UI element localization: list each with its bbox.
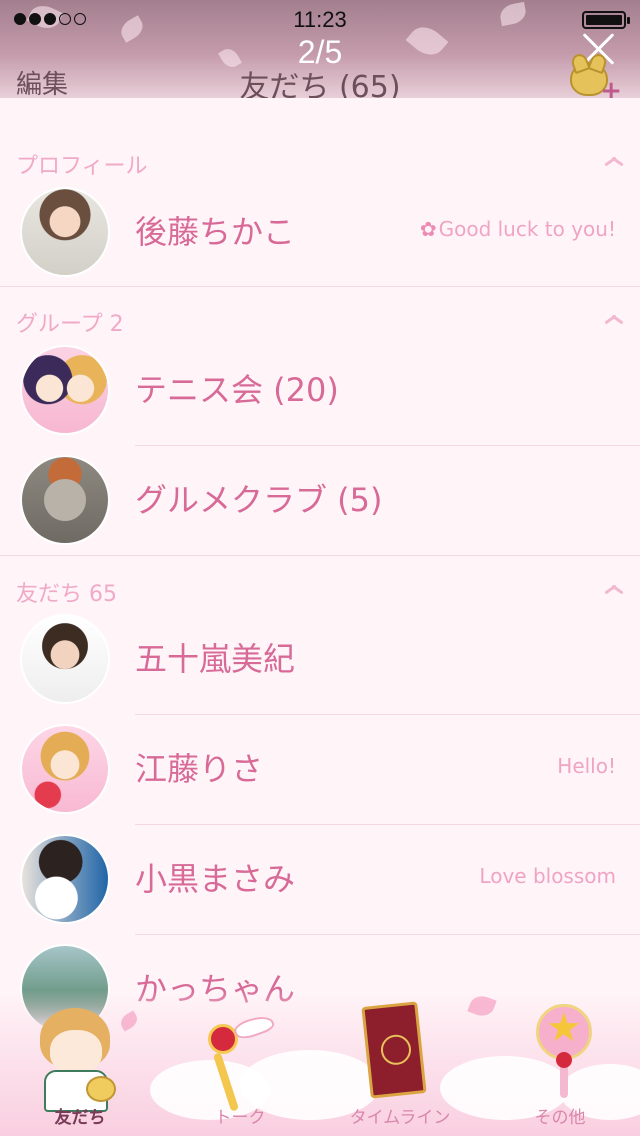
avatar	[20, 614, 110, 704]
avatar	[20, 724, 110, 814]
group-row[interactable]: グルメクラブ (5)	[0, 445, 640, 555]
friend-row[interactable]: 小黒まさみ Love blossom	[0, 824, 640, 934]
status-time: 11:23	[293, 7, 347, 32]
battery-icon	[582, 11, 630, 29]
header: 11:23 2/5 編集 友だち (65) +	[0, 0, 640, 98]
sakura-blossom-icon: ✿	[419, 217, 437, 241]
divider	[0, 286, 640, 287]
avatar	[20, 187, 110, 277]
tab-more[interactable]: ★ その他	[480, 990, 640, 1136]
section-title: グループ 2	[16, 312, 124, 337]
friend-name: 小黒まさみ	[135, 860, 296, 898]
star-wand-icon: ★	[530, 1004, 600, 1100]
page-title: 友だち (65)	[239, 70, 401, 98]
tab-bar: 友だち トーク タイムライン ★ その他	[0, 990, 640, 1136]
group-name: テニス会 (20)	[135, 371, 339, 409]
tab-label: 友だち	[54, 1108, 106, 1128]
tab-friends[interactable]: 友だち	[0, 990, 160, 1136]
clow-card-icon	[361, 1001, 427, 1099]
avatar	[20, 834, 110, 924]
profile-name: 後藤ちかこ	[135, 213, 296, 251]
avatar	[20, 345, 110, 435]
tab-label: トーク	[214, 1108, 266, 1128]
friend-row[interactable]: 江藤りさ Hello!	[0, 714, 640, 824]
add-friend-button[interactable]: +	[566, 54, 622, 98]
section-title: プロフィール	[16, 154, 148, 179]
tab-talk[interactable]: トーク	[160, 990, 320, 1136]
tab-label: その他	[534, 1108, 586, 1128]
friend-name: 五十嵐美紀	[135, 640, 296, 678]
sakura-character-icon	[34, 1008, 122, 1112]
profile-row[interactable]: 後藤ちかこ ✿ Good luck to you!	[0, 177, 640, 287]
status-message: ✿ Good luck to you!	[419, 217, 616, 241]
status-message: Hello!	[557, 754, 616, 778]
group-row[interactable]: テニス会 (20)	[0, 335, 640, 445]
tab-timeline[interactable]: タイムライン	[320, 990, 480, 1136]
tab-label: タイムライン	[349, 1108, 451, 1128]
divider	[0, 555, 640, 556]
group-name: グルメクラブ (5)	[135, 481, 383, 519]
friend-row[interactable]: 五十嵐美紀	[0, 604, 640, 714]
plus-icon: +	[600, 76, 622, 98]
avatar	[20, 455, 110, 545]
friends-list[interactable]: プロフィール 後藤ちかこ ✿ Good luck to you! グループ 2 テ…	[0, 98, 640, 1034]
chevron-up-icon[interactable]	[604, 156, 624, 168]
status-message: Love blossom	[479, 864, 616, 888]
friend-name: 江藤りさ	[135, 750, 264, 788]
chevron-up-icon[interactable]	[604, 314, 624, 326]
chevron-up-icon[interactable]	[604, 584, 624, 596]
